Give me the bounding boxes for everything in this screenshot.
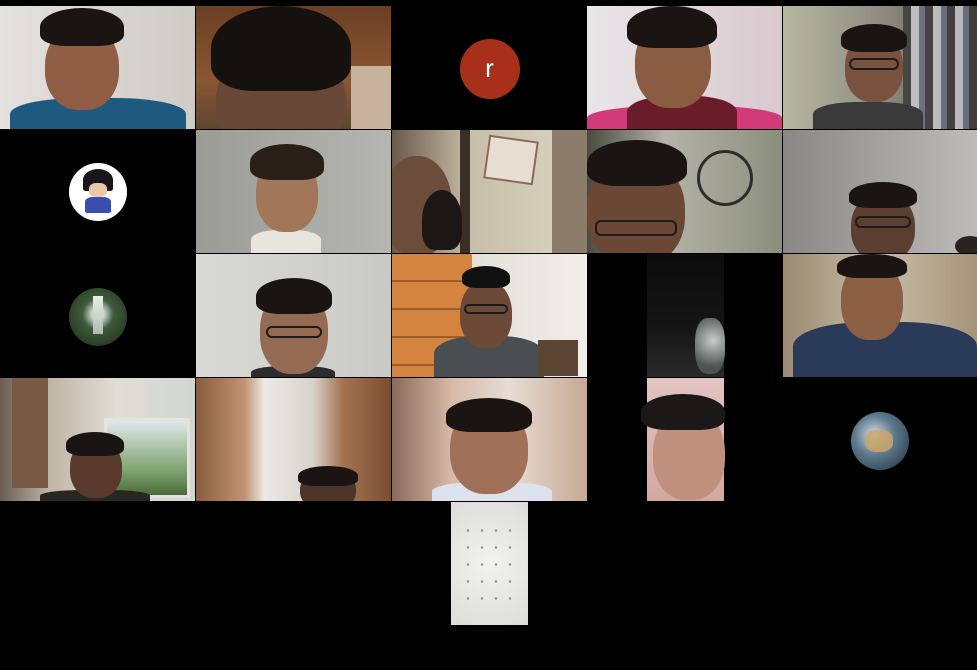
participant-tile-7[interactable] (196, 130, 391, 253)
participant-video (783, 130, 977, 253)
participant-video (196, 254, 391, 377)
participant-video (451, 502, 528, 625)
participant-video (587, 130, 782, 253)
participant-tile-10[interactable] (783, 130, 977, 253)
participant-video (783, 6, 977, 129)
participant-video (587, 6, 782, 129)
participant-video (641, 378, 725, 501)
participant-tile-16[interactable] (0, 378, 195, 501)
participant-tile-21[interactable] (392, 502, 587, 625)
participant-video (196, 6, 391, 129)
participant-video (783, 254, 977, 377)
participant-tile-17[interactable] (196, 378, 391, 501)
participant-tile-5[interactable] (783, 6, 977, 129)
participant-tile-18[interactable] (392, 378, 587, 501)
participant-video (0, 378, 195, 501)
participant-tile-12[interactable] (196, 254, 391, 377)
participant-tile-20[interactable] (783, 378, 977, 501)
participant-video (196, 378, 391, 501)
participant-video (647, 254, 725, 377)
participant-tile-13[interactable] (392, 254, 587, 377)
participant-video (392, 378, 587, 501)
participant-tile-15[interactable] (783, 254, 977, 377)
participant-tile-8[interactable] (392, 130, 587, 253)
participant-initial: r (485, 53, 494, 83)
fantasy-art-avatar-icon (851, 411, 909, 470)
participant-initial-avatar: r (459, 38, 520, 99)
participant-tile-11[interactable] (0, 254, 195, 377)
cartoon-character-avatar-icon (68, 162, 127, 221)
participant-tile-9[interactable] (587, 130, 782, 253)
participant-tile-4[interactable] (587, 6, 782, 129)
participant-video (196, 130, 391, 253)
participant-video (0, 6, 195, 129)
participant-tile-1[interactable] (0, 6, 195, 129)
waterfall-avatar-icon (68, 287, 127, 346)
participant-tile-3[interactable]: r (392, 6, 587, 129)
participant-tile-2[interactable] (196, 6, 391, 129)
participant-video (392, 254, 587, 377)
participant-video (392, 130, 587, 253)
participant-tile-19[interactable] (587, 378, 782, 501)
participant-tile-6[interactable] (0, 130, 195, 253)
participant-tile-14[interactable] (587, 254, 782, 377)
